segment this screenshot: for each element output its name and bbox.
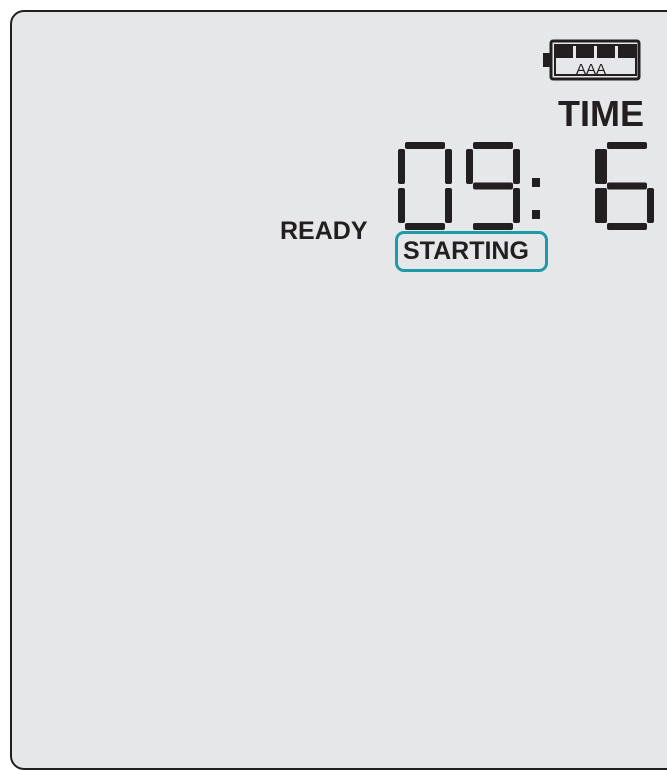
digit-1-segment-b (513, 149, 520, 184)
digit-3-segment-a (607, 142, 647, 149)
colon-dot-0 (532, 178, 540, 187)
battery-type-label: AAA (575, 61, 606, 78)
digit-1-segment-d (473, 223, 513, 230)
digit-3-segment-e (600, 188, 607, 223)
digit-1-segment-a (473, 142, 513, 149)
digit-0-segment-e (398, 188, 405, 223)
digit-0-segment-b (445, 149, 452, 184)
starting-status-label: STARTING (403, 237, 529, 265)
digit-1-segment-c (513, 188, 520, 223)
time-readout (398, 142, 654, 230)
digit-1-segment-g (473, 182, 513, 190)
colon-dot-1 (532, 210, 540, 219)
digit-3-segment-g (607, 182, 647, 190)
digit-3-segment-c (647, 188, 654, 223)
digit-0-segment-c (445, 188, 452, 223)
ready-status-label: READY (280, 217, 368, 245)
time-label: TIME (558, 93, 644, 134)
digit-3-segment-f (600, 149, 607, 184)
digit-1-segment-f (466, 149, 473, 184)
digit-3-segment-d (607, 223, 647, 230)
digit-0-segment-a (405, 142, 445, 149)
digit-0-segment-d (405, 223, 445, 230)
digit-0-segment-f (398, 149, 405, 184)
